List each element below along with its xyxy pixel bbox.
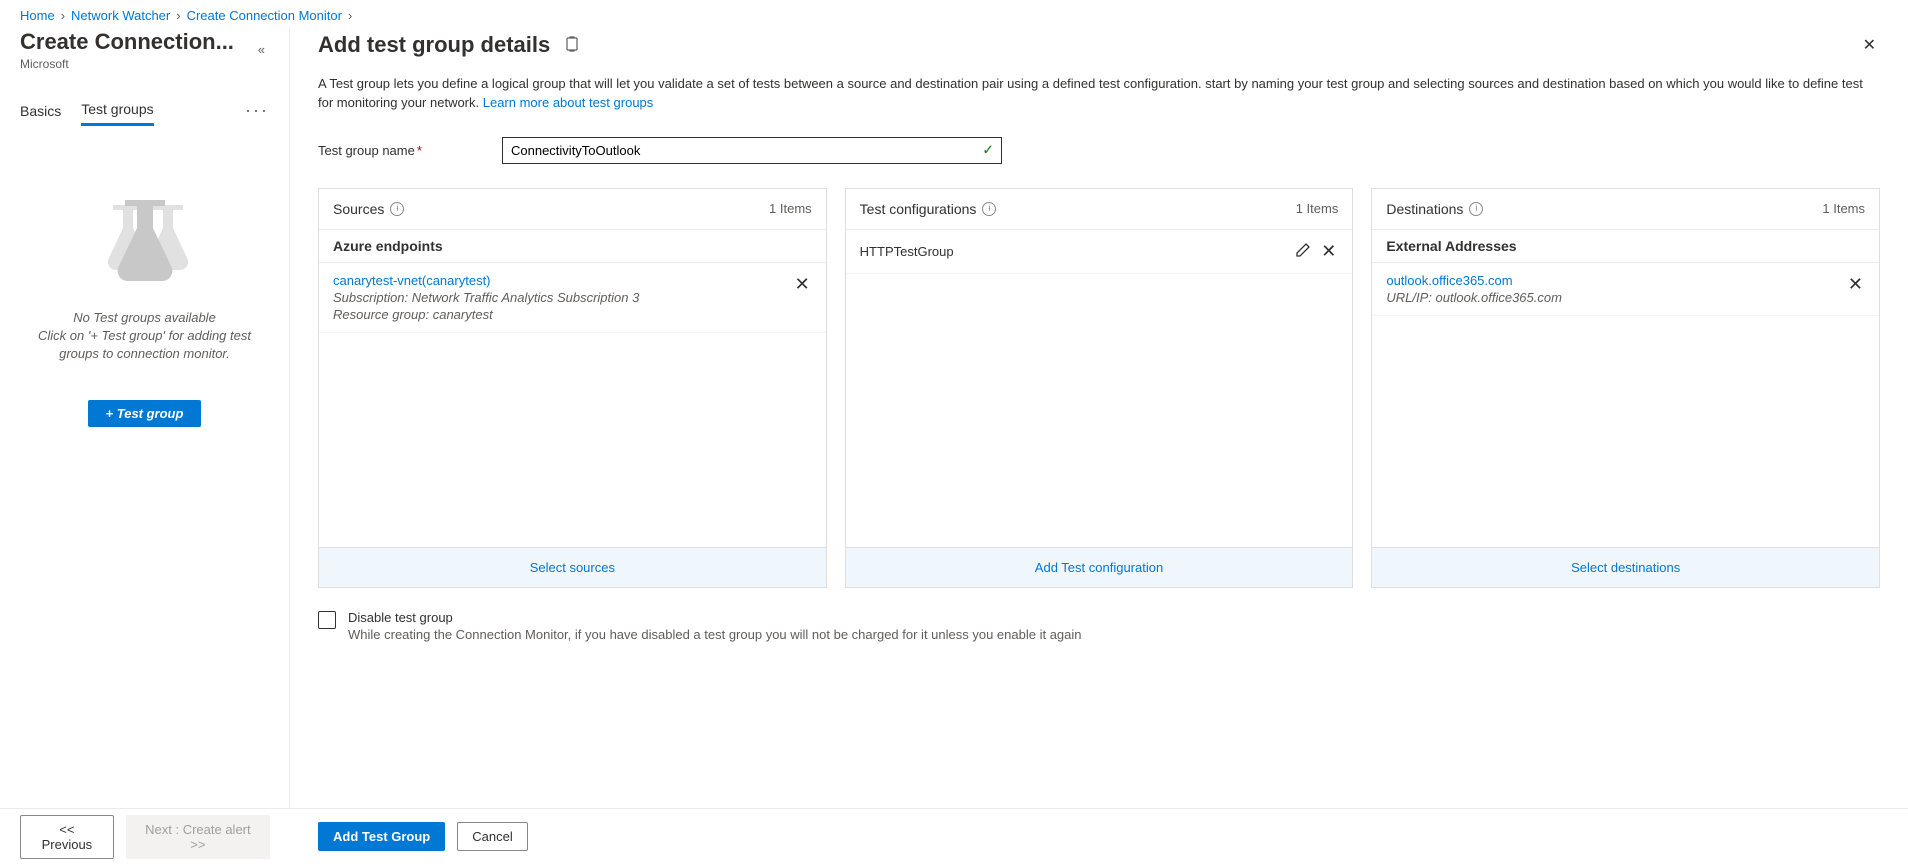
- tab-test-groups[interactable]: Test groups: [81, 95, 153, 126]
- select-destinations-button[interactable]: Select destinations: [1372, 547, 1879, 587]
- info-icon[interactable]: i: [390, 202, 404, 216]
- info-icon[interactable]: i: [1469, 202, 1483, 216]
- remove-test-config-icon[interactable]: ✕: [1319, 240, 1338, 262]
- tab-more-icon[interactable]: ···: [245, 100, 269, 121]
- add-test-group-button[interactable]: + Test group: [88, 400, 202, 427]
- destination-item-link[interactable]: outlook.office365.com: [1386, 273, 1562, 288]
- panel-description: A Test group lets you define a logical g…: [290, 65, 1908, 113]
- sources-card: Sources i 1 Items Azure endpoints canary…: [318, 188, 827, 588]
- test-config-item: HTTPTestGroup ✕: [846, 229, 1353, 274]
- left-panel: Create Connection... Microsoft « Basics …: [0, 27, 290, 855]
- breadcrumb-create-connection-monitor[interactable]: Create Connection Monitor: [187, 8, 342, 23]
- previous-button[interactable]: << Previous: [20, 815, 114, 859]
- panel-title: Add test group details: [318, 32, 550, 58]
- test-configurations-card-title: Test configurations: [860, 201, 977, 217]
- destination-item: outlook.office365.com URL/IP: outlook.of…: [1372, 263, 1879, 316]
- close-icon[interactable]: ✕: [1859, 31, 1880, 59]
- chevron-right-icon: ›: [61, 8, 65, 23]
- learn-more-link[interactable]: Learn more about test groups: [483, 95, 654, 110]
- chevron-right-icon: ›: [348, 8, 352, 23]
- select-sources-button[interactable]: Select sources: [319, 547, 826, 587]
- test-configurations-card: Test configurations i 1 Items HTTPTestGr…: [845, 188, 1354, 588]
- disable-test-group-desc: While creating the Connection Monitor, i…: [348, 627, 1082, 642]
- test-config-name: HTTPTestGroup: [860, 244, 954, 259]
- breadcrumb-home[interactable]: Home: [20, 8, 55, 23]
- pin-icon[interactable]: [564, 36, 580, 55]
- source-item-subscription: Subscription: Network Traffic Analytics …: [333, 290, 639, 305]
- tabs: Basics Test groups ···: [20, 95, 269, 126]
- disable-test-group-checkbox[interactable]: [318, 611, 336, 629]
- source-item-resource-group: Resource group: canarytest: [333, 307, 639, 322]
- breadcrumb: Home › Network Watcher › Create Connecti…: [0, 0, 1908, 27]
- sources-card-title: Sources: [333, 201, 384, 217]
- add-test-group-submit-button[interactable]: Add Test Group: [318, 822, 445, 851]
- remove-destination-icon[interactable]: ✕: [1846, 273, 1865, 295]
- test-configurations-count: 1 Items: [1296, 201, 1339, 216]
- collapse-panel-icon[interactable]: «: [254, 38, 269, 61]
- main-panel: Add test group details ✕ A Test group le…: [290, 27, 1908, 855]
- sources-section-header: Azure endpoints: [319, 229, 826, 263]
- next-create-alert-button[interactable]: Next : Create alert >>: [126, 815, 270, 859]
- source-item-link[interactable]: canarytest-vnet(canarytest): [333, 273, 639, 288]
- destinations-card-title: Destinations: [1386, 201, 1463, 217]
- destinations-count: 1 Items: [1822, 201, 1865, 216]
- remove-source-icon[interactable]: ✕: [793, 273, 812, 295]
- add-test-configuration-button[interactable]: Add Test configuration: [846, 547, 1353, 587]
- test-group-name-label: Test group name*: [318, 143, 488, 158]
- sources-count: 1 Items: [769, 201, 812, 216]
- breadcrumb-network-watcher[interactable]: Network Watcher: [71, 8, 170, 23]
- page-subtitle: Microsoft: [20, 57, 234, 71]
- destinations-card: Destinations i 1 Items External Addresse…: [1371, 188, 1880, 588]
- test-group-name-input[interactable]: [502, 137, 1002, 164]
- destination-item-meta: URL/IP: outlook.office365.com: [1386, 290, 1562, 305]
- check-icon: ✓: [982, 142, 994, 159]
- edit-test-config-icon[interactable]: [1293, 240, 1313, 263]
- cancel-button[interactable]: Cancel: [457, 822, 527, 851]
- empty-state-desc: Click on '+ Test group' for adding test …: [25, 327, 265, 362]
- empty-state-title: No Test groups available: [73, 310, 216, 325]
- page-title: Create Connection...: [20, 29, 234, 55]
- info-icon[interactable]: i: [982, 202, 996, 216]
- bottom-bar: << Previous Next : Create alert >> Add T…: [0, 808, 1908, 864]
- tab-basics[interactable]: Basics: [20, 97, 61, 125]
- chevron-right-icon: ›: [176, 8, 180, 23]
- flask-icon: [95, 196, 195, 286]
- destinations-section-header: External Addresses: [1372, 229, 1879, 263]
- disable-test-group-label: Disable test group: [348, 610, 1082, 625]
- source-item: canarytest-vnet(canarytest) Subscription…: [319, 263, 826, 333]
